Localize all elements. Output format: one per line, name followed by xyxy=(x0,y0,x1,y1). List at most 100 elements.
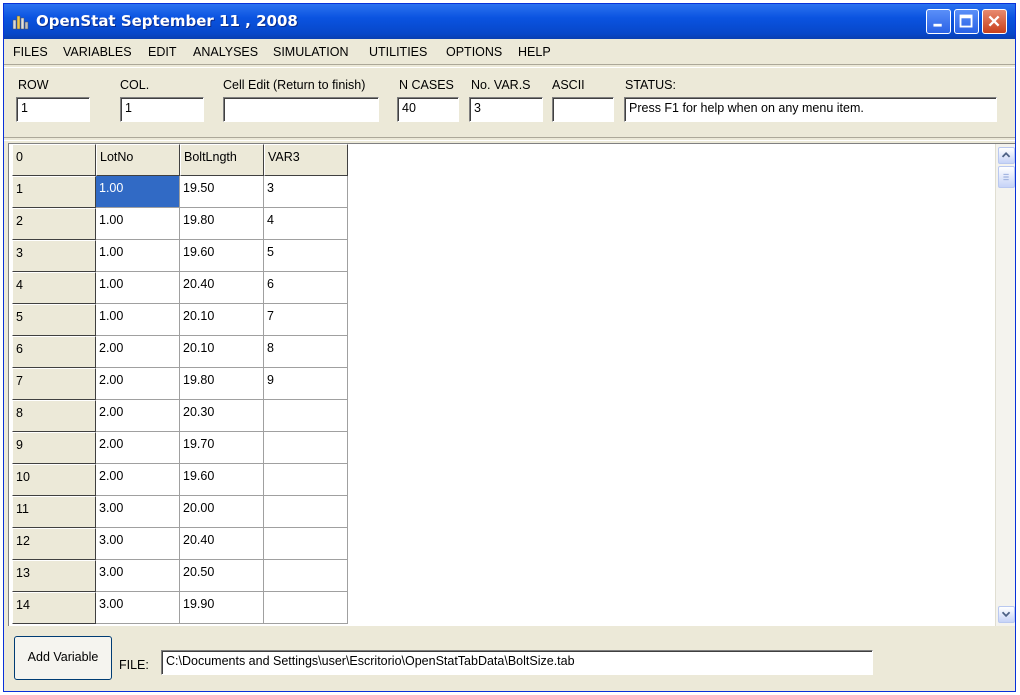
row-header[interactable]: 2 xyxy=(12,208,96,240)
grid-cell[interactable]: 20.00 xyxy=(180,496,264,528)
grid-cell[interactable]: 5 xyxy=(264,240,348,272)
grid-cell[interactable]: 1.00 xyxy=(96,208,180,240)
grid-cell[interactable]: 20.10 xyxy=(180,304,264,336)
status-label: STATUS: xyxy=(625,78,676,92)
grid-cell[interactable]: 3.00 xyxy=(96,528,180,560)
cell-edit-field[interactable] xyxy=(223,97,379,122)
menu-simulation[interactable]: SIMULATION xyxy=(273,45,348,59)
no-vars-field[interactable]: 3 xyxy=(469,97,543,122)
grid-cell[interactable]: 3 xyxy=(264,176,348,208)
column-header[interactable]: BoltLngth xyxy=(180,144,264,176)
col-field[interactable]: 1 xyxy=(120,97,204,122)
grid-cell[interactable]: 2.00 xyxy=(96,464,180,496)
scroll-thumb[interactable] xyxy=(998,166,1015,188)
row-header[interactable]: 5 xyxy=(12,304,96,336)
grid-cell[interactable]: 1.00 xyxy=(96,240,180,272)
row-header[interactable]: 4 xyxy=(12,272,96,304)
grid-cell[interactable]: 19.60 xyxy=(180,240,264,272)
grid-corner[interactable]: 0 xyxy=(12,144,96,176)
ascii-label: ASCII xyxy=(552,78,585,92)
grid-cell[interactable]: 1.00 xyxy=(96,304,180,336)
menu-bar: FILES VARIABLES EDIT ANALYSES SIMULATION… xyxy=(4,40,1015,62)
grid-cell[interactable]: 4 xyxy=(264,208,348,240)
row-header[interactable]: 6 xyxy=(12,336,96,368)
menu-options[interactable]: OPTIONS xyxy=(446,45,502,59)
menu-separator xyxy=(4,64,1015,68)
grid-cell[interactable]: 8 xyxy=(264,336,348,368)
menu-utilities[interactable]: UTILITIES xyxy=(369,45,427,59)
toolbar-separator xyxy=(4,137,1015,141)
row-header[interactable]: 9 xyxy=(12,432,96,464)
grid-cell[interactable]: 20.50 xyxy=(180,560,264,592)
scroll-up-icon xyxy=(1001,152,1011,158)
n-cases-field[interactable]: 40 xyxy=(397,97,459,122)
grid-cell[interactable] xyxy=(264,560,348,592)
row-header[interactable]: 11 xyxy=(12,496,96,528)
grid-cell[interactable]: 2.00 xyxy=(96,368,180,400)
row-header[interactable]: 1 xyxy=(12,176,96,208)
grid-cell[interactable]: 20.10 xyxy=(180,336,264,368)
grid-cell[interactable]: 19.80 xyxy=(180,368,264,400)
grid-cell[interactable]: 9 xyxy=(264,368,348,400)
grid-cell[interactable]: 19.90 xyxy=(180,592,264,624)
menu-variables[interactable]: VARIABLES xyxy=(63,45,132,59)
grid-cell[interactable]: 20.30 xyxy=(180,400,264,432)
menu-help[interactable]: HELP xyxy=(518,45,551,59)
grid-cell[interactable]: 3.00 xyxy=(96,560,180,592)
column-header[interactable]: VAR3 xyxy=(264,144,348,176)
minimize-icon xyxy=(933,23,942,27)
close-icon xyxy=(988,15,1000,27)
ascii-field[interactable] xyxy=(552,97,614,122)
row-header[interactable]: 3 xyxy=(12,240,96,272)
grid-cell[interactable]: 2.00 xyxy=(96,400,180,432)
grid-cell[interactable]: 19.70 xyxy=(180,432,264,464)
scroll-down-button[interactable] xyxy=(998,606,1015,623)
row-header[interactable]: 12 xyxy=(12,528,96,560)
grid-cell[interactable] xyxy=(264,432,348,464)
bottom-bar: Add Variable FILE: C:\Documents and Sett… xyxy=(4,626,1015,691)
title-bar[interactable]: OpenStat September 11 , 2008 xyxy=(4,4,1015,39)
grid-cell[interactable] xyxy=(264,400,348,432)
grid-cell[interactable]: 19.60 xyxy=(180,464,264,496)
grid-cell[interactable]: 3.00 xyxy=(96,496,180,528)
grid-cell[interactable]: 19.80 xyxy=(180,208,264,240)
grid-cell[interactable]: 1.00 xyxy=(96,272,180,304)
vertical-scrollbar[interactable] xyxy=(995,144,1015,626)
grid-cell[interactable]: 3.00 xyxy=(96,592,180,624)
grid-cell[interactable]: 6 xyxy=(264,272,348,304)
grid-cell[interactable] xyxy=(264,464,348,496)
grid-cell[interactable] xyxy=(264,592,348,624)
file-path-field[interactable]: C:\Documents and Settings\user\Escritori… xyxy=(161,650,873,675)
scroll-down-icon xyxy=(1001,611,1011,618)
grid-cell[interactable]: 7 xyxy=(264,304,348,336)
grid-cell[interactable]: 20.40 xyxy=(180,272,264,304)
grid-cell[interactable]: 20.40 xyxy=(180,528,264,560)
close-button[interactable] xyxy=(982,9,1007,34)
grid-cell[interactable] xyxy=(264,496,348,528)
row-header[interactable]: 8 xyxy=(12,400,96,432)
row-header[interactable]: 14 xyxy=(12,592,96,624)
scroll-up-button[interactable] xyxy=(998,147,1015,164)
row-header[interactable]: 10 xyxy=(12,464,96,496)
grip-icon xyxy=(1003,173,1009,181)
minimize-button[interactable] xyxy=(926,9,951,34)
maximize-button[interactable] xyxy=(954,9,979,34)
grid-cell[interactable]: 19.50 xyxy=(180,176,264,208)
menu-analyses[interactable]: ANALYSES xyxy=(193,45,258,59)
status-field[interactable]: Press F1 for help when on any menu item. xyxy=(624,97,997,122)
column-header[interactable]: LotNo xyxy=(96,144,180,176)
app-window: OpenStat September 11 , 2008 FILES VARIA… xyxy=(3,3,1016,692)
row-header[interactable]: 13 xyxy=(12,560,96,592)
grid-cell[interactable]: 1.00 xyxy=(96,176,180,208)
n-cases-label: N CASES xyxy=(399,78,454,92)
grid-cell[interactable]: 2.00 xyxy=(96,336,180,368)
menu-files[interactable]: FILES xyxy=(13,45,48,59)
grid-cell[interactable] xyxy=(264,528,348,560)
grid-cell[interactable]: 2.00 xyxy=(96,432,180,464)
file-label: FILE: xyxy=(119,658,149,672)
row-field[interactable]: 1 xyxy=(16,97,90,122)
window-title: OpenStat September 11 , 2008 xyxy=(36,12,298,30)
row-header[interactable]: 7 xyxy=(12,368,96,400)
menu-edit[interactable]: EDIT xyxy=(148,45,176,59)
add-variable-button[interactable]: Add Variable xyxy=(14,636,112,680)
